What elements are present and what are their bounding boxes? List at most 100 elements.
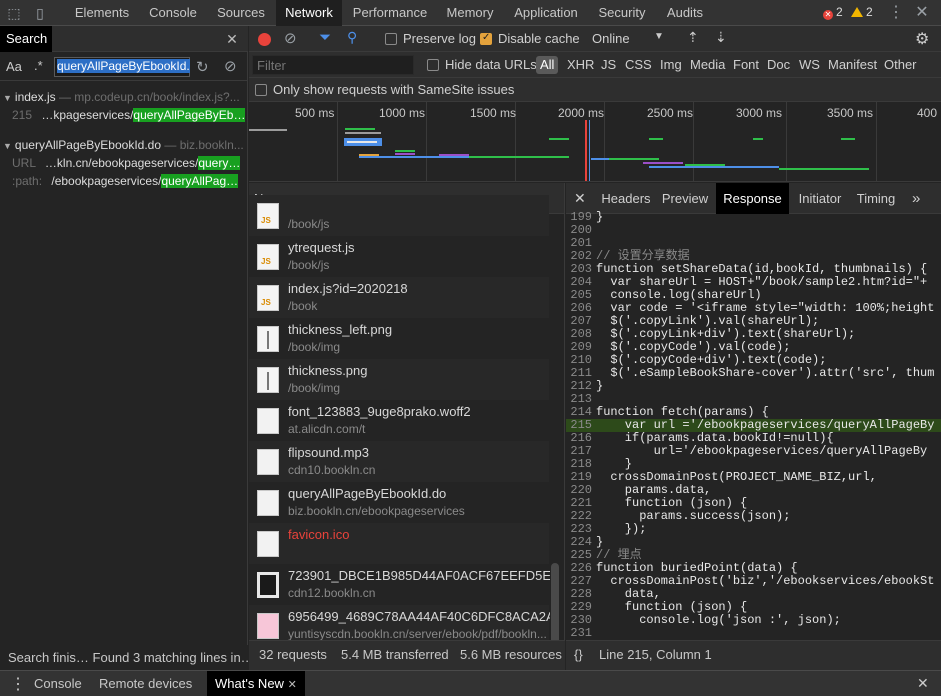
code-line: 231 (566, 627, 941, 640)
tab-response[interactable]: Response (716, 183, 789, 214)
chevron-down-icon[interactable]: ▼ (654, 31, 664, 42)
expand-triangle-icon: ▼ (3, 93, 12, 103)
type-manifest[interactable]: Manifest (826, 56, 879, 74)
type-js[interactable]: JS (599, 56, 618, 74)
type-doc[interactable]: Doc (765, 56, 792, 74)
record-icon[interactable] (258, 33, 271, 46)
tab-preview[interactable]: Preview (660, 183, 710, 214)
request-path: yuntisyscdn.bookln.cn/server/ebook/pdf/b… (288, 627, 547, 640)
more-options-icon[interactable]: ⋮ (888, 5, 904, 21)
more-tabs-icon[interactable]: » (912, 183, 920, 214)
request-row[interactable]: /book/js (249, 195, 549, 236)
drawer-menu-icon[interactable]: ⋮ (10, 674, 26, 694)
import-har-icon[interactable]: ⇡ (687, 29, 699, 46)
clear-search-icon[interactable]: ⊘ (224, 57, 237, 75)
warning-badge[interactable]: 2 (851, 5, 873, 20)
tick-line (693, 102, 694, 181)
drawer-tab-console[interactable]: Console (34, 671, 82, 696)
search-result-path[interactable]: :path: /ebookpageservices/queryAllPag… (0, 172, 248, 190)
tab-elements[interactable]: Elements (66, 0, 138, 26)
drawer-tab-whats-new[interactable]: What's New ✕ (207, 671, 305, 696)
search-result-file[interactable]: ▼ queryAllPageByEbookId.do — biz.bookln..… (0, 136, 248, 154)
request-row[interactable]: favicon.ico (249, 523, 549, 564)
request-row[interactable]: 723901_DBCE1B985D44AF0ACF67EEFD5E59B...c… (249, 564, 550, 605)
code-line: 200 (566, 224, 941, 237)
line-text: $('.copyLink').val(shareUrl); (596, 314, 820, 328)
regex-toggle[interactable]: .* (34, 58, 43, 73)
document-file-icon (257, 490, 279, 516)
tab-application[interactable]: Application (504, 0, 588, 26)
pretty-print-icon[interactable]: {} (574, 647, 583, 662)
close-devtools-icon[interactable]: ✕ (914, 5, 930, 21)
request-row[interactable]: thickness_left.png/book/img (249, 318, 549, 359)
waterfall-bar (549, 138, 569, 140)
type-css[interactable]: CSS (623, 56, 654, 74)
line-text: } (596, 535, 604, 549)
filter-input[interactable] (252, 55, 414, 75)
preserve-log-checkbox[interactable] (385, 33, 397, 45)
type-font[interactable]: Font (731, 56, 761, 74)
tab-console[interactable]: Console (140, 0, 206, 26)
gear-icon[interactable]: ⚙ (915, 29, 929, 49)
search-input[interactable]: queryAllPageByEbookId. (54, 57, 190, 77)
response-status-bar: {} Line 215, Column 1 (566, 640, 941, 670)
request-list-scrollbar[interactable] (551, 563, 559, 640)
search-panel-title[interactable]: Search (0, 26, 52, 52)
filter-icon[interactable]: ⏷ (319, 29, 331, 46)
response-code[interactable]: 199} 200 201 202// 设置分享数据 203 function setSha… (566, 211, 941, 640)
close-tab-icon[interactable]: ✕ (288, 679, 297, 691)
search-result-url[interactable]: URL …kln.cn/ebookpageservices/query… (0, 154, 248, 172)
type-media[interactable]: Media (688, 56, 727, 74)
search-result-file[interactable]: ▼ index.js — mp.codeup.cn/book/index.js?.… (0, 88, 248, 106)
refresh-search-icon[interactable]: ↻ (196, 58, 209, 76)
match-case-toggle[interactable]: Aa (6, 59, 22, 74)
hide-data-urls-checkbox[interactable] (427, 59, 439, 71)
code-line: 230 console.log('json :', json); (566, 614, 941, 627)
export-har-icon[interactable]: ⇣ (715, 29, 727, 46)
close-drawer-icon[interactable]: ✕ (917, 675, 929, 692)
line-text: } (596, 457, 633, 471)
tab-memory[interactable]: Memory (438, 0, 502, 26)
request-row[interactable]: 6956499_4689C78AA44AF40C6DFC8ACA2AAB...y… (249, 605, 550, 640)
inspect-element-icon[interactable]: ⬚ (6, 5, 22, 21)
line-text: // 设置分享数据 (596, 249, 690, 263)
request-name: thickness.png (288, 363, 368, 378)
tick-label: 3500 ms (827, 106, 874, 120)
timeline-overview[interactable]: 500 ms 1000 ms 1500 ms 2000 ms 2500 ms 3… (249, 102, 941, 182)
request-path: /book/img (288, 381, 341, 395)
request-row[interactable]: font_123883_9uge8prako.woff2 at.alicdn.co… (249, 400, 549, 441)
line-text: params.data, (596, 483, 712, 497)
waterfall-bar (685, 164, 725, 166)
request-row[interactable]: queryAllPageByEbookId.do biz.bookln.cn/eb… (249, 482, 549, 523)
request-name: 723901_DBCE1B985D44AF0ACF67EEFD5E59B... (288, 568, 550, 583)
tab-security[interactable]: Security (590, 0, 654, 26)
search-result-line[interactable]: 215 …kpageservices/queryAllPageByEb… (0, 106, 248, 124)
tab-performance[interactable]: Performance (344, 0, 436, 26)
search-icon[interactable]: ⚲ (347, 29, 357, 46)
close-search-icon[interactable]: ✕ (224, 31, 240, 47)
line-text: params.success(json); (596, 509, 791, 523)
samesite-checkbox[interactable] (255, 84, 267, 96)
tab-initiator[interactable]: Initiator (793, 183, 847, 214)
error-badge[interactable]: ✕ 2 (823, 5, 843, 20)
request-row[interactable]: thickness.png/book/img (249, 359, 549, 400)
request-name: font_123883_9uge8prako.woff2 (288, 404, 471, 419)
type-xhr[interactable]: XHR (565, 56, 596, 74)
tab-timing[interactable]: Timing (854, 183, 898, 214)
throttling-select[interactable]: Online (592, 30, 630, 48)
request-row[interactable]: index.js?id=2020218/book (249, 277, 549, 318)
drawer-tab-remote-devices[interactable]: Remote devices (99, 671, 192, 696)
clear-icon[interactable]: ⊘ (284, 29, 297, 47)
device-toolbar-icon[interactable]: ▯ (32, 5, 48, 21)
type-ws[interactable]: WS (797, 56, 822, 74)
type-img[interactable]: Img (658, 56, 684, 74)
disable-cache-checkbox[interactable] (480, 32, 492, 45)
tab-network[interactable]: Network (276, 0, 342, 26)
tab-audits[interactable]: Audits (656, 0, 714, 26)
request-row[interactable]: flipsound.mp3 cdn10.bookln.cn (249, 441, 549, 482)
request-row[interactable]: ytrequest.js/book/js (249, 236, 549, 277)
type-other[interactable]: Other (882, 56, 919, 74)
tab-headers[interactable]: Headers (598, 183, 654, 214)
type-all[interactable]: All (536, 56, 559, 74)
tab-sources[interactable]: Sources (208, 0, 274, 26)
